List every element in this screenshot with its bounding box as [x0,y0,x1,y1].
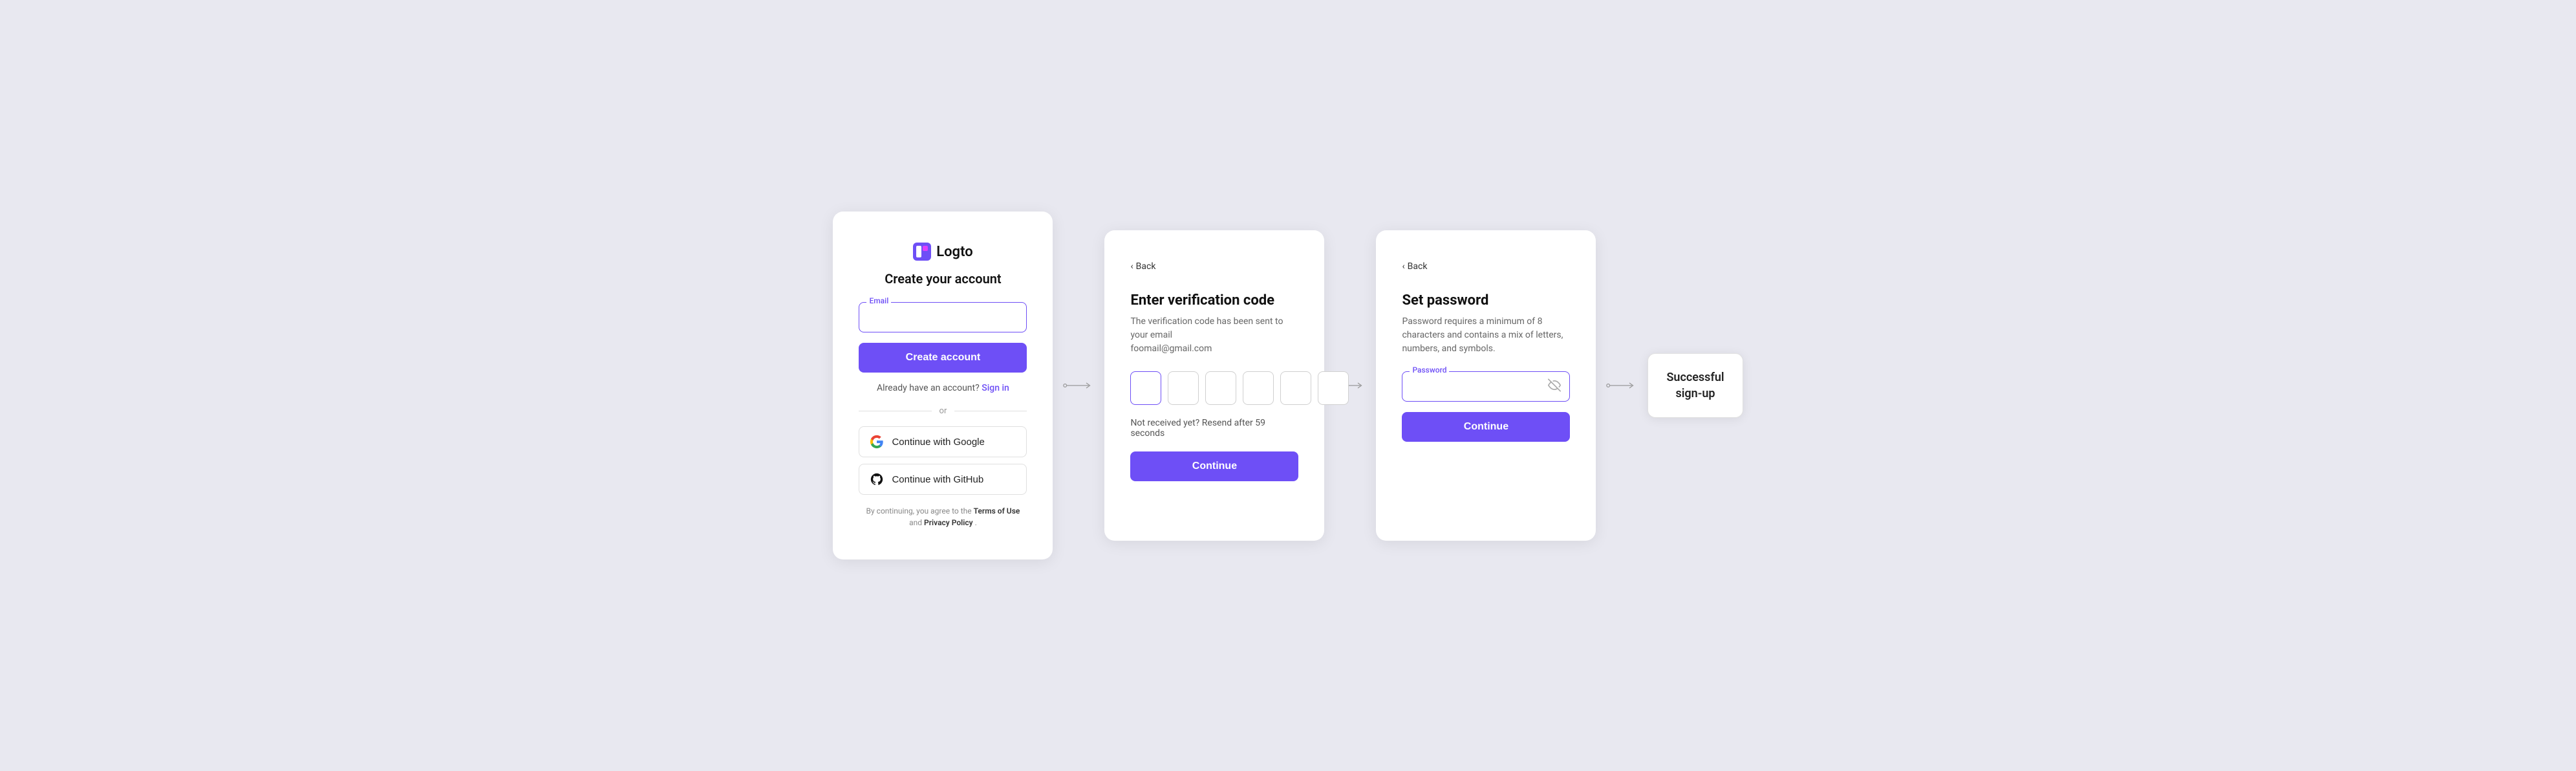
signin-prompt: Already have an account? Sign in [859,383,1027,393]
set-password-title: Set password [1402,292,1570,309]
logo-text: Logto [936,244,972,260]
password-continue-button[interactable]: Continue [1402,412,1570,442]
arrow-1 [1063,379,1094,392]
email-input-group: Email [859,302,1027,332]
otp-input-2[interactable] [1168,371,1199,405]
otp-input-3[interactable] [1205,371,1236,405]
verification-subtitle: The verification code has been sent to y… [1130,315,1298,356]
success-line2: sign-up [1676,387,1715,400]
terms-text: By continuing, you agree to the Terms of… [859,505,1027,528]
back-chevron-icon-3: ‹ [1402,261,1404,272]
password-subtitle: Password requires a minimum of 8 charact… [1402,315,1570,356]
github-icon [870,472,884,486]
back-label-card2: Back [1136,261,1156,272]
verification-continue-button[interactable]: Continue [1130,451,1298,481]
github-signin-button[interactable]: Continue with GitHub [859,464,1027,495]
back-button-card2[interactable]: ‹ Back [1130,261,1298,272]
google-btn-label: Continue with Google [892,437,984,448]
toggle-password-icon[interactable] [1548,378,1561,395]
verification-title: Enter verification code [1130,292,1298,309]
create-account-card: Logto Create your account Email Create a… [833,212,1053,559]
google-icon [870,435,884,449]
success-message: Successful sign-up [1648,353,1743,418]
email-label: Email [866,296,891,305]
signin-link[interactable]: Sign in [982,383,1009,393]
logo-area: Logto [859,243,1027,261]
page-title: Create your account [859,271,1027,287]
arrow-3 [1606,379,1637,392]
resend-text: Not received yet? Resend after 59 second… [1130,418,1298,439]
divider-text: or [939,406,947,416]
otp-input-1[interactable] [1130,371,1161,405]
set-password-card: ‹ Back Set password Password requires a … [1376,230,1596,541]
back-button-card3[interactable]: ‹ Back [1402,261,1570,272]
verification-code-card: ‹ Back Enter verification code The verif… [1104,230,1324,541]
divider: or [859,406,1027,416]
otp-input-4[interactable] [1243,371,1274,405]
email-input[interactable] [859,302,1027,332]
verification-email: foomail@gmail.com [1130,343,1212,354]
github-btn-label: Continue with GitHub [892,474,983,485]
otp-input-row [1130,371,1298,405]
otp-input-6[interactable] [1318,371,1349,405]
privacy-link[interactable]: Privacy Policy [924,518,973,527]
success-line1: Successful [1666,371,1724,384]
back-chevron-icon: ‹ [1130,261,1133,272]
otp-input-5[interactable] [1280,371,1311,405]
terms-link[interactable]: Terms of Use [974,506,1020,516]
logto-logo-icon [913,243,931,261]
password-input[interactable] [1402,371,1570,402]
create-account-button[interactable]: Create account [859,343,1027,373]
password-input-group: Password [1402,371,1570,402]
password-label: Password [1410,365,1449,375]
google-signin-button[interactable]: Continue with Google [859,426,1027,457]
back-label-card3: Back [1408,261,1428,272]
